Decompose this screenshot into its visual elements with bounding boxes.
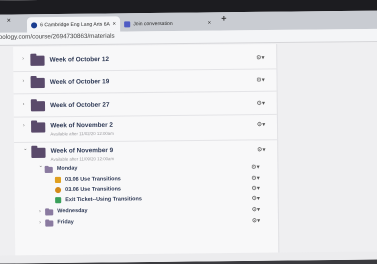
- gear-icon[interactable]: ⚙▾: [257, 121, 266, 128]
- gear-icon[interactable]: ⚙▾: [251, 185, 260, 192]
- folder-title[interactable]: Week of November 2: [50, 122, 113, 130]
- teams-icon: [124, 20, 131, 27]
- folder-icon: [31, 147, 46, 158]
- gear-icon[interactable]: ⚙▾: [256, 77, 265, 84]
- chevron-right-icon[interactable]: ›: [23, 123, 25, 129]
- folder-title[interactable]: Week of October 19: [50, 78, 109, 86]
- gear-icon[interactable]: ⚙▾: [256, 100, 266, 107]
- url-text: oology.com/course/2694730863/materials: [0, 32, 115, 41]
- folder-row[interactable]: › Week of November 2 Available after 11/…: [13, 114, 278, 143]
- chevron-down-icon[interactable]: ⌄: [23, 146, 27, 152]
- item-label[interactable]: 03.06 Use Transitions: [65, 176, 121, 183]
- assessment-icon: [55, 197, 62, 204]
- folder-icon: [45, 209, 54, 216]
- gear-icon[interactable]: ⚙▾: [252, 206, 261, 213]
- subfolder-title[interactable]: Monday: [57, 166, 78, 172]
- chevron-down-icon[interactable]: ⌄: [39, 163, 43, 169]
- materials-list: › Week of October 12 ⚙▾ › Week of Octobe…: [13, 44, 279, 264]
- gear-icon[interactable]: ⚙▾: [251, 164, 260, 171]
- folder-row-expanded[interactable]: ⌄ Week of November 9 Available after 11/…: [14, 141, 277, 164]
- subfolder-title[interactable]: Wednesday: [57, 208, 87, 214]
- right-panel: [276, 42, 377, 261]
- tab-label: 6 Cambridge Eng Lang Arts 6A: [40, 21, 110, 28]
- close-icon[interactable]: ×: [208, 20, 212, 26]
- tab-label: Join conversation: [133, 20, 173, 27]
- availability-note: Available after 11/02/20 12:00am: [50, 130, 114, 137]
- schoology-icon: [31, 21, 38, 28]
- gear-icon[interactable]: ⚙▾: [252, 217, 261, 224]
- discussion-icon: [55, 186, 62, 194]
- folder-title[interactable]: Week of November 9: [51, 147, 114, 155]
- tab-course[interactable]: 6 Cambridge Eng Lang Arts 6A ×: [26, 16, 121, 33]
- subfolder-row[interactable]: › Friday ⚙▾: [15, 215, 278, 229]
- close-tab-icon[interactable]: ×: [7, 17, 11, 24]
- subfolder-title[interactable]: Friday: [57, 219, 73, 225]
- gear-icon[interactable]: ⚙▾: [251, 195, 260, 202]
- chevron-right-icon[interactable]: ›: [22, 56, 24, 62]
- folder-title[interactable]: Week of October 12: [50, 56, 109, 64]
- folder-icon: [44, 166, 53, 173]
- folder-icon: [45, 220, 54, 227]
- new-tab-button[interactable]: +: [221, 13, 226, 23]
- folder-icon: [31, 122, 46, 133]
- chevron-right-icon[interactable]: ›: [39, 208, 41, 214]
- folder-row[interactable]: › Week of October 19 ⚙▾: [13, 69, 277, 95]
- folder-icon: [30, 101, 46, 112]
- gear-icon[interactable]: ⚙▾: [257, 146, 266, 153]
- item-label[interactable]: 03.06 Use Transitions: [65, 186, 121, 193]
- chevron-right-icon[interactable]: ›: [22, 78, 24, 84]
- folder-icon: [30, 55, 45, 66]
- tab-join-conversation[interactable]: Join conversation ×: [120, 15, 215, 31]
- gear-icon[interactable]: ⚙▾: [256, 54, 265, 61]
- availability-note: Available after 11/09/20 12:00am: [50, 156, 115, 162]
- item-label[interactable]: Exit Ticket--Using Transitions: [65, 196, 142, 203]
- assignment-icon: [54, 176, 62, 184]
- folder-title[interactable]: Week of October 27: [50, 101, 109, 109]
- folder-row[interactable]: › Week of October 12 ⚙▾: [13, 48, 277, 73]
- chevron-right-icon[interactable]: ›: [39, 220, 41, 226]
- close-icon[interactable]: ×: [112, 21, 116, 27]
- screen: × 6 Cambridge Eng Lang Arts 6A × Join co…: [0, 0, 377, 264]
- folder-row[interactable]: › Week of October 27 ⚙▾: [13, 91, 277, 118]
- folder-icon: [30, 77, 45, 89]
- chevron-right-icon[interactable]: ›: [23, 101, 25, 107]
- gear-icon[interactable]: ⚙▾: [251, 175, 260, 182]
